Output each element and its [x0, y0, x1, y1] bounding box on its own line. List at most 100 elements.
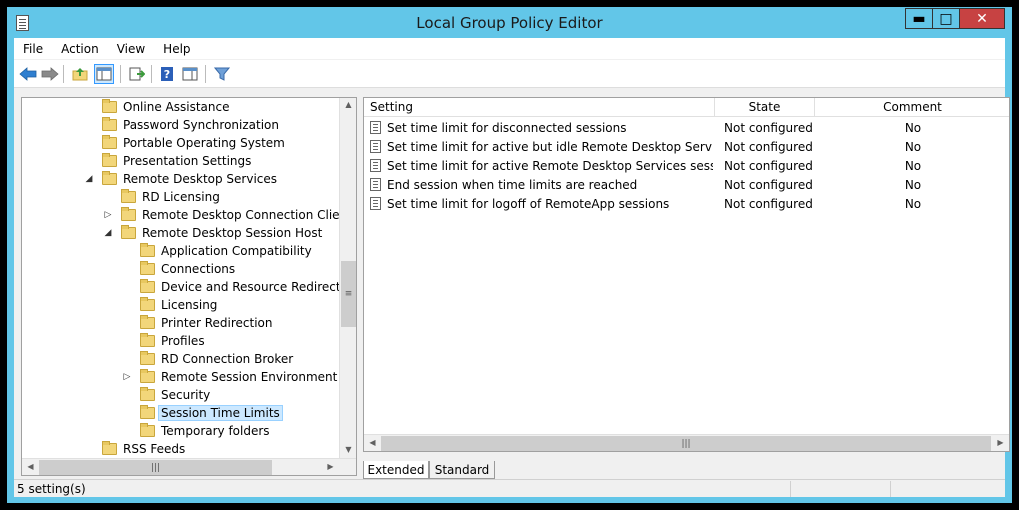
- filter-icon[interactable]: [212, 64, 232, 84]
- scroll-up-arrow-icon[interactable]: ▲: [340, 100, 356, 109]
- toolbar: ?: [14, 60, 1005, 88]
- tree-item[interactable]: Presentation Settings: [102, 152, 251, 170]
- tree-vertical-scroll-thumb[interactable]: ≡: [341, 261, 356, 327]
- setting-row[interactable]: Set time limit for disconnected sessions…: [364, 118, 1009, 137]
- app-window: Local Group Policy Editor ▬ □ ✕ File Act…: [7, 7, 1012, 503]
- tree-item[interactable]: Password Synchronization: [102, 116, 279, 134]
- list-horizontal-scroll-thumb[interactable]: |||: [381, 436, 991, 451]
- tree-item[interactable]: Application Compatibility: [140, 242, 312, 260]
- tree-item-label: Online Assistance: [123, 100, 230, 114]
- setting-name: Set time limit for active but idle Remot…: [387, 139, 713, 154]
- tree-item[interactable]: RSS Feeds: [102, 440, 185, 458]
- menu-view[interactable]: View: [108, 42, 154, 56]
- tree-item[interactable]: Connections: [140, 260, 235, 278]
- tree-item[interactable]: Security: [140, 386, 210, 404]
- menu-bar: File Action View Help: [14, 38, 1005, 59]
- column-header-state[interactable]: State: [715, 98, 815, 117]
- setting-state: Not configured: [724, 158, 813, 173]
- policy-setting-icon: [370, 140, 381, 153]
- setting-row[interactable]: End session when time limits are reached…: [364, 175, 1009, 194]
- list-scroll-left-arrow-icon[interactable]: ◀: [364, 438, 381, 447]
- tree-horizontal-scroll-thumb[interactable]: |||: [39, 460, 272, 475]
- tree-item[interactable]: Device and Resource Redirection: [140, 278, 356, 296]
- tree-item-label: Remote Desktop Connection Client: [142, 208, 352, 222]
- tree-item-label: Temporary folders: [161, 424, 270, 438]
- window-controls: ▬ □ ✕: [905, 8, 1005, 29]
- maximize-button[interactable]: □: [932, 8, 960, 29]
- folder-icon: [102, 441, 117, 455]
- properties-view-icon[interactable]: [180, 64, 200, 84]
- tree-item[interactable]: Session Time Limits: [140, 404, 283, 422]
- setting-cell: Set time limit for logoff of RemoteApp s…: [370, 194, 713, 213]
- collapse-arrow-icon[interactable]: ◢: [84, 174, 94, 184]
- tree-item[interactable]: ◢ Remote Desktop Session Host: [105, 224, 322, 242]
- tree-item-label: RD Licensing: [142, 190, 220, 204]
- show-hide-tree-icon[interactable]: [94, 64, 114, 84]
- tree-vertical-scrollbar[interactable]: ▲ ≡ ▼: [339, 98, 356, 458]
- policy-setting-icon: [370, 121, 381, 134]
- up-folder-icon[interactable]: [70, 64, 90, 84]
- setting-comment: No: [904, 196, 922, 211]
- menu-action[interactable]: Action: [52, 42, 108, 56]
- tree-item-label: Connections: [161, 262, 236, 276]
- tree-horizontal-scrollbar[interactable]: ◀ ||| ▶: [22, 458, 356, 475]
- setting-cell: End session when time limits are reached: [370, 175, 713, 194]
- window-title: Local Group Policy Editor: [416, 14, 603, 32]
- settings-list-pane[interactable]: Setting State Comment Set time limit for…: [363, 97, 1010, 452]
- tab-extended[interactable]: Extended: [363, 461, 429, 479]
- scroll-down-arrow-icon[interactable]: ▼: [340, 445, 356, 454]
- setting-row[interactable]: Set time limit for active Remote Desktop…: [364, 156, 1009, 175]
- forward-icon[interactable]: [40, 64, 60, 84]
- help-icon[interactable]: ?: [157, 64, 177, 84]
- list-scroll-right-arrow-icon[interactable]: ▶: [992, 438, 1009, 447]
- scroll-left-arrow-icon[interactable]: ◀: [22, 462, 39, 471]
- menu-help[interactable]: Help: [154, 42, 199, 56]
- tree-item-label: Session Time Limits: [158, 405, 283, 421]
- column-header-comment[interactable]: Comment: [815, 98, 1009, 117]
- tab-standard[interactable]: Standard: [429, 461, 495, 479]
- folder-icon: [121, 225, 136, 239]
- tree-item[interactable]: Licensing: [140, 296, 217, 314]
- tree-item[interactable]: Portable Operating System: [102, 134, 285, 152]
- tree-item[interactable]: ▷ Remote Desktop Connection Client: [105, 206, 352, 224]
- tree-item-label: Licensing: [161, 298, 218, 312]
- title-bar[interactable]: Local Group Policy Editor ▬ □ ✕: [7, 7, 1012, 38]
- setting-name: Set time limit for active Remote Desktop…: [387, 158, 713, 173]
- setting-state: Not configured: [724, 120, 813, 135]
- folder-icon: [140, 243, 155, 257]
- setting-name: Set time limit for disconnected sessions: [387, 120, 627, 135]
- tree-item[interactable]: Profiles: [140, 332, 205, 350]
- collapse-arrow-icon[interactable]: ◢: [103, 228, 113, 238]
- tree-item[interactable]: Temporary folders: [140, 422, 270, 440]
- tree-item[interactable]: ◢ Remote Desktop Services: [86, 170, 277, 188]
- expand-arrow-icon[interactable]: ▷: [103, 210, 113, 220]
- back-icon[interactable]: [18, 64, 38, 84]
- setting-state: Not configured: [724, 196, 813, 211]
- menu-file[interactable]: File: [14, 42, 52, 56]
- tree-item[interactable]: RD Connection Broker: [140, 350, 293, 368]
- tree-pane[interactable]: Online Assistance Password Synchronizatio…: [21, 97, 357, 476]
- scroll-right-arrow-icon[interactable]: ▶: [322, 462, 339, 471]
- export-list-icon[interactable]: [127, 64, 147, 84]
- list-horizontal-scrollbar[interactable]: ◀ ||| ▶: [364, 434, 1009, 451]
- setting-row[interactable]: Set time limit for logoff of RemoteApp s…: [364, 194, 1009, 213]
- status-text: 5 setting(s): [17, 482, 86, 496]
- folder-icon: [140, 261, 155, 275]
- setting-state: Not configured: [724, 177, 813, 192]
- minimize-button[interactable]: ▬: [905, 8, 933, 29]
- tree-item[interactable]: RD Licensing: [121, 188, 220, 206]
- tree-item[interactable]: Online Assistance: [102, 98, 229, 116]
- tree-item-label: Password Synchronization: [123, 118, 279, 132]
- tree-item[interactable]: ▷ Remote Session Environment: [124, 368, 337, 386]
- expand-arrow-icon[interactable]: ▷: [122, 372, 132, 382]
- close-button[interactable]: ✕: [959, 8, 1005, 29]
- setting-cell: Set time limit for active Remote Desktop…: [370, 156, 713, 175]
- setting-cell: Set time limit for active but idle Remot…: [370, 137, 713, 156]
- column-header-setting[interactable]: Setting: [364, 98, 715, 117]
- setting-row[interactable]: Set time limit for active but idle Remot…: [364, 137, 1009, 156]
- folder-icon: [102, 117, 117, 131]
- setting-name: Set time limit for logoff of RemoteApp s…: [387, 196, 670, 211]
- folder-icon: [102, 153, 117, 167]
- folder-icon: [140, 279, 155, 293]
- tree-item[interactable]: Printer Redirection: [140, 314, 273, 332]
